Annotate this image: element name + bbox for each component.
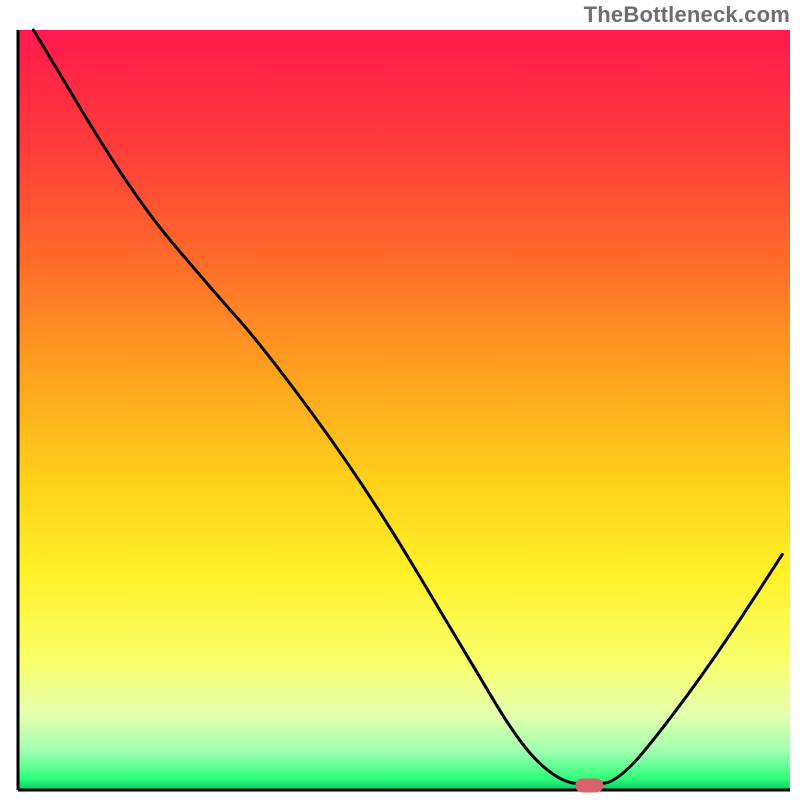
plot-background [18, 30, 790, 790]
bottleneck-chart [0, 0, 800, 800]
optimal-marker [575, 778, 603, 792]
chart-stage: TheBottleneck.com [0, 0, 800, 800]
